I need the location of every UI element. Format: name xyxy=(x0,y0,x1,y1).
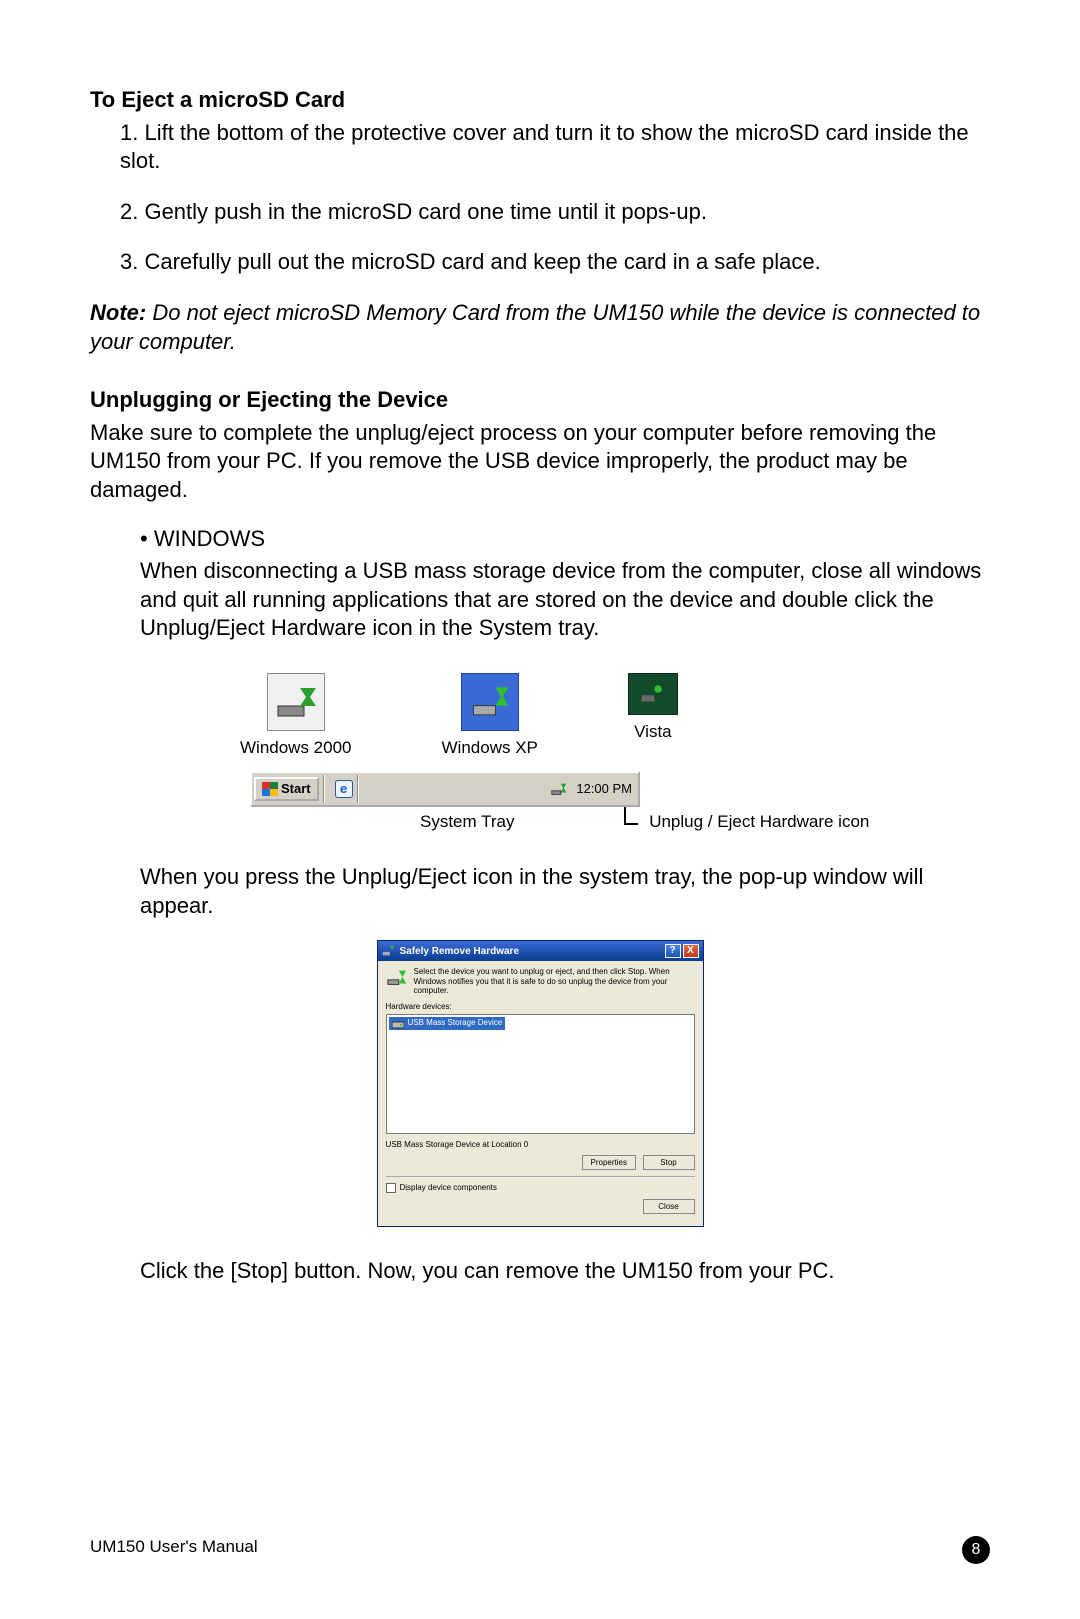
eject-hardware-icon xyxy=(382,944,396,958)
help-button[interactable]: ? xyxy=(665,944,681,958)
eject-icon-wxp xyxy=(461,673,519,731)
ie-icon[interactable]: e xyxy=(335,780,353,798)
label-w2000: Windows 2000 xyxy=(240,737,352,759)
taskbar-figure: Start e 12:00 PM System Tray Unplug / Ej… xyxy=(250,771,990,833)
list-item[interactable]: USB Mass Storage Device xyxy=(389,1017,506,1029)
taskbar-divider xyxy=(357,775,359,803)
windows-flag-icon xyxy=(262,782,278,796)
note-label: Note: xyxy=(90,300,146,325)
eject-hardware-icon xyxy=(272,678,320,726)
start-button[interactable]: Start xyxy=(254,777,319,802)
bullet-windows-text: When disconnecting a USB mass storage de… xyxy=(140,557,990,643)
os-icon-row: Windows 2000 Windows XP Vista xyxy=(240,673,990,759)
hardware-devices-list[interactable]: USB Mass Storage Device xyxy=(386,1014,695,1134)
footer-title: UM150 User's Manual xyxy=(90,1536,258,1564)
label-vista: Vista xyxy=(628,721,678,743)
page-number: 8 xyxy=(962,1536,990,1564)
final-paragraph: Click the [Stop] button. Now, you can re… xyxy=(140,1257,990,1286)
checkbox-icon[interactable] xyxy=(386,1183,396,1193)
bullet-windows: • WINDOWS xyxy=(140,525,990,554)
hardware-devices-label: Hardware devices: xyxy=(386,1002,695,1012)
label-wxp: Windows XP xyxy=(442,737,538,759)
eject-icon-w2000 xyxy=(267,673,325,731)
taskbar-divider xyxy=(323,775,325,803)
note-text: Note: Do not eject microSD Memory Card f… xyxy=(90,299,990,356)
step-3: 3. Carefully pull out the microSD card a… xyxy=(120,248,990,277)
display-components-checkbox[interactable]: Display device components xyxy=(386,1183,695,1193)
dialog-separator xyxy=(386,1176,695,1177)
after-tray-paragraph: When you press the Unplug/Eject icon in … xyxy=(140,863,990,920)
icon-col-w2000: Windows 2000 xyxy=(240,673,352,759)
dialog-instruction: Select the device you want to unplug or … xyxy=(386,967,695,996)
tray-time: 12:00 PM xyxy=(576,781,632,798)
device-status: USB Mass Storage Device at Location 0 xyxy=(386,1140,695,1150)
eject-hardware-icon xyxy=(468,680,512,724)
intro-paragraph: Make sure to complete the unplug/eject p… xyxy=(90,419,990,505)
stop-button[interactable]: Stop xyxy=(643,1155,695,1170)
safely-remove-dialog: Safely Remove Hardware ? X Select the de… xyxy=(377,940,704,1227)
taskbar: Start e 12:00 PM xyxy=(250,771,640,807)
caption-system-tray: System Tray xyxy=(420,811,514,833)
page-footer: UM150 User's Manual 8 xyxy=(90,1536,990,1564)
dialog-title: Safely Remove Hardware xyxy=(400,945,663,958)
checkbox-label: Display device components xyxy=(400,1183,497,1193)
tray-eject-icon[interactable] xyxy=(550,780,568,798)
step-2: 2. Gently push in the microSD card one t… xyxy=(120,198,990,227)
start-label: Start xyxy=(281,781,311,798)
caption-eject-icon: Unplug / Eject Hardware icon xyxy=(649,812,869,831)
taskbar-captions: System Tray Unplug / Eject Hardware icon xyxy=(420,811,990,833)
note-body: Do not eject microSD Memory Card from th… xyxy=(90,300,980,354)
step-1: 1. Lift the bottom of the protective cov… xyxy=(120,119,990,176)
icon-col-wxp: Windows XP xyxy=(442,673,538,759)
close-icon[interactable]: X xyxy=(683,944,699,958)
dialog-titlebar: Safely Remove Hardware ? X xyxy=(378,941,703,961)
properties-button[interactable]: Properties xyxy=(582,1155,636,1170)
icon-col-vista: Vista xyxy=(628,673,678,759)
eject-hardware-icon xyxy=(635,679,671,709)
eject-hardware-icon xyxy=(386,967,408,989)
drive-icon xyxy=(392,1019,404,1029)
eject-icon-vista xyxy=(628,673,678,715)
close-button[interactable]: Close xyxy=(643,1199,695,1214)
caption-connector xyxy=(624,807,638,825)
heading-unplug-device: Unplugging or Ejecting the Device xyxy=(90,386,990,415)
list-item-label: USB Mass Storage Device xyxy=(408,1018,503,1028)
dialog-instruction-text: Select the device you want to unplug or … xyxy=(414,967,695,996)
heading-eject-card: To Eject a microSD Card xyxy=(90,86,990,115)
